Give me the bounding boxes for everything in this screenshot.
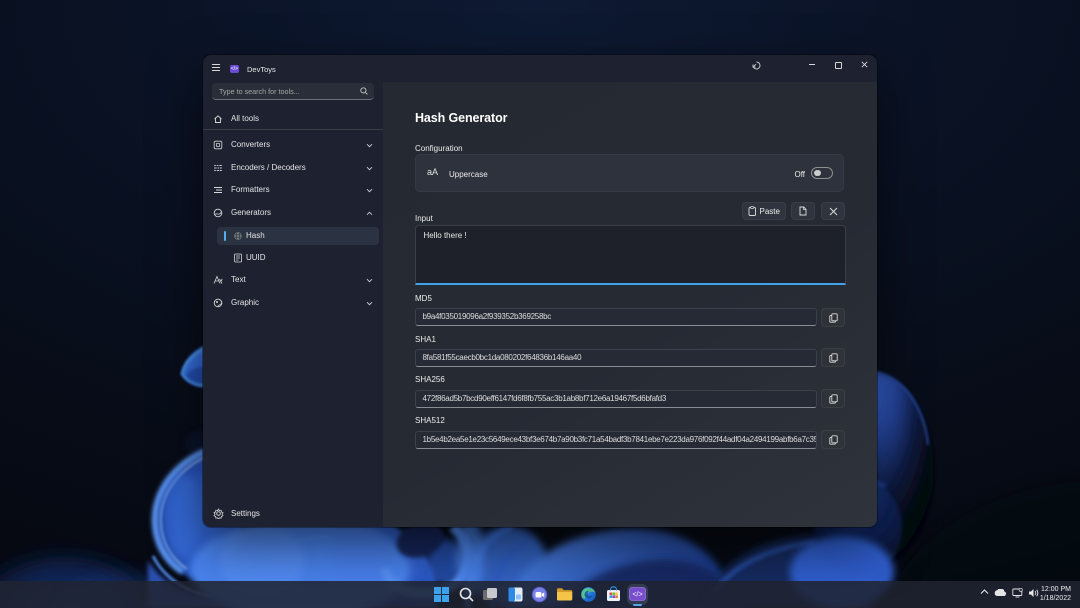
svg-text:</>: </> <box>632 592 642 599</box>
